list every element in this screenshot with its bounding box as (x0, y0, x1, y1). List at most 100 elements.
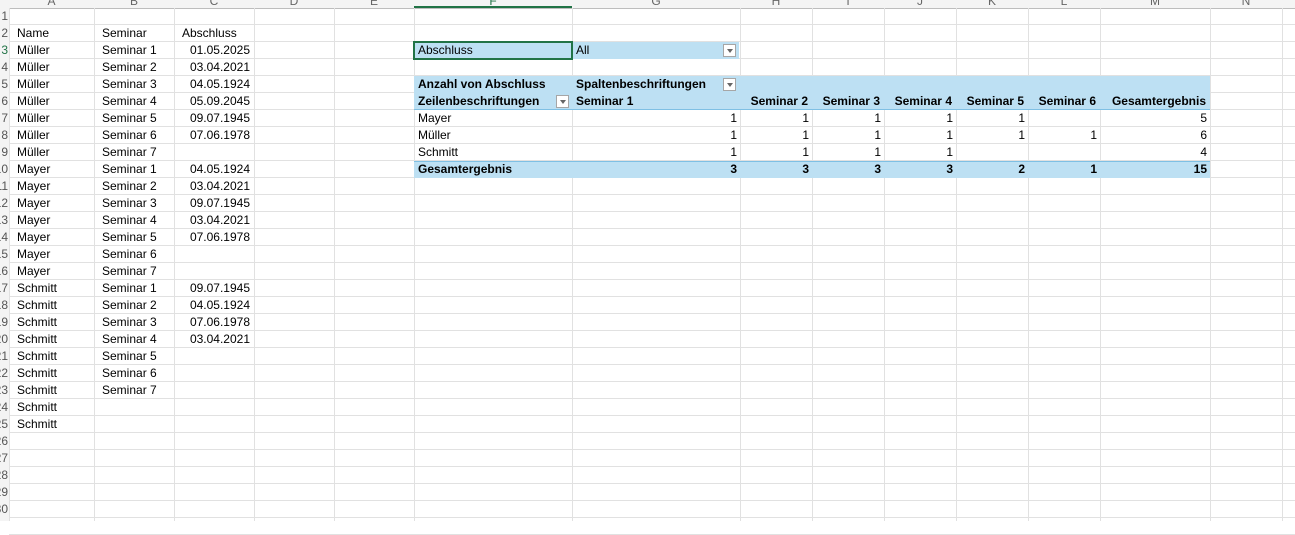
name-cell[interactable]: Müller (17, 76, 90, 93)
name-cell[interactable]: Schmitt (17, 314, 90, 331)
seminar-cell[interactable]: Seminar 5 (102, 348, 170, 365)
header-name[interactable]: Name (17, 25, 92, 42)
pivot-value-cell[interactable]: 1 (886, 110, 953, 127)
row-header-15[interactable]: 15 (0, 246, 8, 263)
column-header-j[interactable]: J (884, 0, 956, 8)
column-header-n[interactable]: N (1210, 0, 1282, 8)
name-cell[interactable]: Schmitt (17, 365, 90, 382)
name-cell[interactable]: Mayer (17, 195, 90, 212)
pivot-value-cell[interactable]: 1 (574, 144, 737, 161)
name-cell[interactable]: Mayer (17, 246, 90, 263)
date-cell[interactable]: 09.07.1945 (182, 195, 250, 212)
header-seminar[interactable]: Seminar (102, 25, 172, 42)
name-cell[interactable]: Schmitt (17, 297, 90, 314)
row-header-5[interactable]: 5 (0, 76, 8, 93)
seminar-cell[interactable]: Seminar 7 (102, 144, 170, 161)
row-header-14[interactable]: 14 (0, 229, 8, 246)
seminar-cell[interactable]: Seminar 2 (102, 59, 170, 76)
spreadsheet-grid[interactable]: ABCDEFGHIJKLMN12345678910111213141516171… (0, 0, 1295, 535)
name-cell[interactable]: Müller (17, 127, 90, 144)
name-cell[interactable]: Müller (17, 42, 90, 59)
column-header-a[interactable]: A (9, 0, 94, 8)
row-header-24[interactable]: 24 (0, 399, 8, 416)
seminar-cell[interactable]: Seminar 1 (102, 280, 170, 297)
row-header-4[interactable]: 4 (0, 59, 8, 76)
pivot-value-cell[interactable]: 1 (814, 144, 881, 161)
pivot-value-cell[interactable]: 1 (886, 144, 953, 161)
column-header-c[interactable]: C (174, 0, 254, 8)
pivot-value-cell[interactable]: 1 (742, 144, 809, 161)
pivot-column-header[interactable]: Seminar 2 (744, 93, 808, 110)
row-header-17[interactable]: 17 (0, 280, 8, 297)
date-cell[interactable]: 03.04.2021 (182, 212, 250, 229)
row-header-28[interactable]: 28 (0, 467, 8, 484)
date-cell[interactable]: 07.06.1978 (182, 229, 250, 246)
name-cell[interactable]: Schmitt (17, 382, 90, 399)
row-header-27[interactable]: 27 (0, 450, 8, 467)
seminar-cell[interactable]: Seminar 3 (102, 76, 170, 93)
name-cell[interactable]: Müller (17, 110, 90, 127)
date-cell[interactable]: 05.09.2045 (182, 93, 250, 110)
pivot-value-cell[interactable]: 4 (1102, 144, 1207, 161)
row-header-2[interactable]: 2 (0, 25, 8, 42)
row-header-10[interactable]: 10 (0, 161, 8, 178)
row-header-16[interactable]: 16 (0, 263, 8, 280)
date-cell[interactable]: 04.05.1924 (182, 297, 250, 314)
seminar-cell[interactable]: Seminar 6 (102, 365, 170, 382)
row-header-9[interactable]: 9 (0, 144, 8, 161)
pivot-value-cell[interactable]: 6 (1102, 127, 1207, 144)
column-header-l[interactable]: L (1028, 0, 1100, 8)
pivot-total-value[interactable]: 15 (1102, 161, 1207, 178)
header-abschluss[interactable]: Abschluss (182, 25, 252, 42)
pivot-value-cell[interactable]: 1 (814, 110, 881, 127)
date-cell[interactable]: 07.06.1978 (182, 127, 250, 144)
pivot-filter-value[interactable]: All (576, 42, 716, 59)
pivot-value-cell[interactable]: 1 (742, 127, 809, 144)
date-cell[interactable]: 01.05.2025 (182, 42, 250, 59)
row-header-1[interactable]: 1 (0, 8, 8, 25)
date-cell[interactable]: 09.07.1945 (182, 280, 250, 297)
seminar-cell[interactable]: Seminar 7 (102, 263, 170, 280)
row-header-21[interactable]: 21 (0, 348, 8, 365)
filter-dropdown-icon[interactable] (723, 44, 736, 57)
row-header-8[interactable]: 8 (0, 127, 8, 144)
date-cell[interactable]: 04.05.1924 (182, 76, 250, 93)
pivot-row-label[interactable]: Schmitt (418, 144, 568, 161)
pivot-value-cell[interactable]: 5 (1102, 110, 1207, 127)
seminar-cell[interactable]: Seminar 2 (102, 297, 170, 314)
column-header-e[interactable]: E (334, 0, 414, 8)
pivot-value-label[interactable]: Anzahl von Abschluss (418, 76, 572, 93)
name-cell[interactable]: Schmitt (17, 331, 90, 348)
row-header-23[interactable]: 23 (0, 382, 8, 399)
pivot-total-value[interactable]: 1 (1030, 161, 1097, 178)
row-header-7[interactable]: 7 (0, 110, 8, 127)
seminar-cell[interactable]: Seminar 7 (102, 382, 170, 399)
pivot-value-cell[interactable]: 1 (958, 127, 1025, 144)
date-cell[interactable]: 09.07.1945 (182, 110, 250, 127)
seminar-cell[interactable]: Seminar 4 (102, 93, 170, 110)
seminar-cell[interactable]: Seminar 2 (102, 178, 170, 195)
name-cell[interactable]: Mayer (17, 229, 90, 246)
date-cell[interactable]: 03.04.2021 (182, 59, 250, 76)
pivot-column-header[interactable]: Seminar 3 (816, 93, 880, 110)
pivot-total-value[interactable]: 3 (574, 161, 737, 178)
name-cell[interactable]: Müller (17, 59, 90, 76)
seminar-cell[interactable]: Seminar 3 (102, 314, 170, 331)
column-header-b[interactable]: B (94, 0, 174, 8)
column-header-h[interactable]: H (740, 0, 812, 8)
seminar-cell[interactable]: Seminar 4 (102, 331, 170, 348)
name-cell[interactable]: Mayer (17, 178, 90, 195)
name-cell[interactable]: Mayer (17, 212, 90, 229)
pivot-total-value[interactable]: 2 (958, 161, 1025, 178)
seminar-cell[interactable]: Seminar 6 (102, 246, 170, 263)
name-cell[interactable]: Schmitt (17, 348, 90, 365)
date-cell[interactable]: 03.04.2021 (182, 178, 250, 195)
row-header-3[interactable]: 3 (0, 42, 8, 59)
row-header-30[interactable]: 30 (0, 501, 8, 518)
pivot-column-header[interactable]: Seminar 1 (576, 93, 736, 110)
pivot-column-header[interactable]: Seminar 5 (960, 93, 1024, 110)
seminar-cell[interactable]: Seminar 4 (102, 212, 170, 229)
pivot-total-label[interactable]: Gesamtergebnis (418, 161, 568, 178)
row-header-6[interactable]: 6 (0, 93, 8, 110)
pivot-value-cell[interactable]: 1 (958, 110, 1025, 127)
